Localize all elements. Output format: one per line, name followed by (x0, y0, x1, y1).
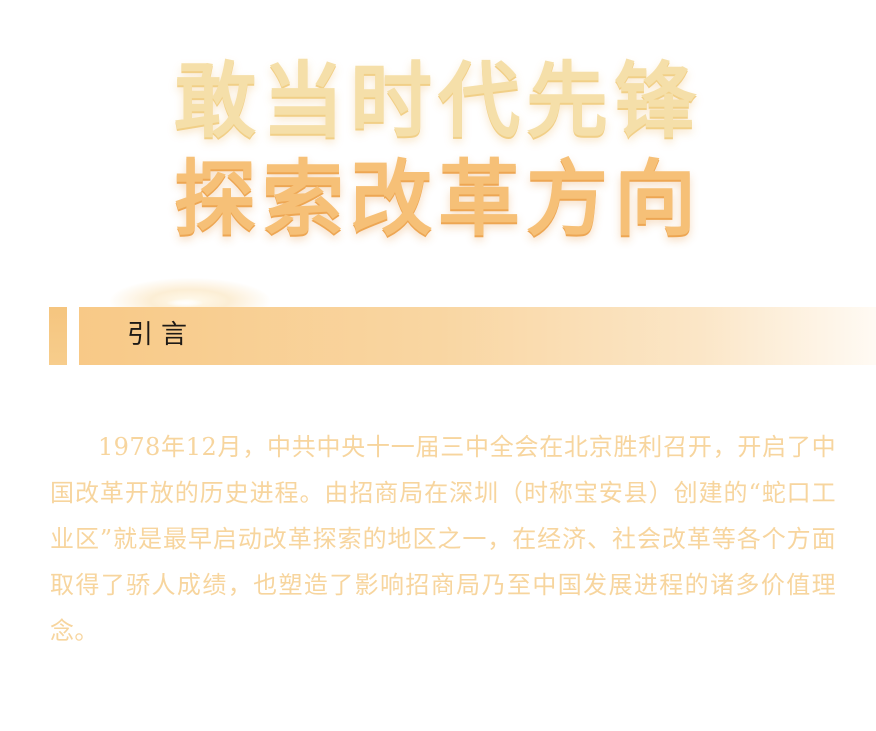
sparkle-decoration (167, 299, 203, 307)
section-title: 引言 (127, 320, 196, 350)
headline-line-1: 敢当时代先锋 (173, 53, 702, 149)
section-band: 引言 (79, 307, 876, 365)
section-marker (49, 307, 67, 365)
intro-paragraph: 1978年12月，中共中央十一届三中全会在北京胜利召开，开启了中国改革开放的历史… (50, 433, 836, 645)
section-header-bar: 引言 (49, 307, 876, 365)
headline-line-2: 探索改革方向 (173, 151, 702, 247)
